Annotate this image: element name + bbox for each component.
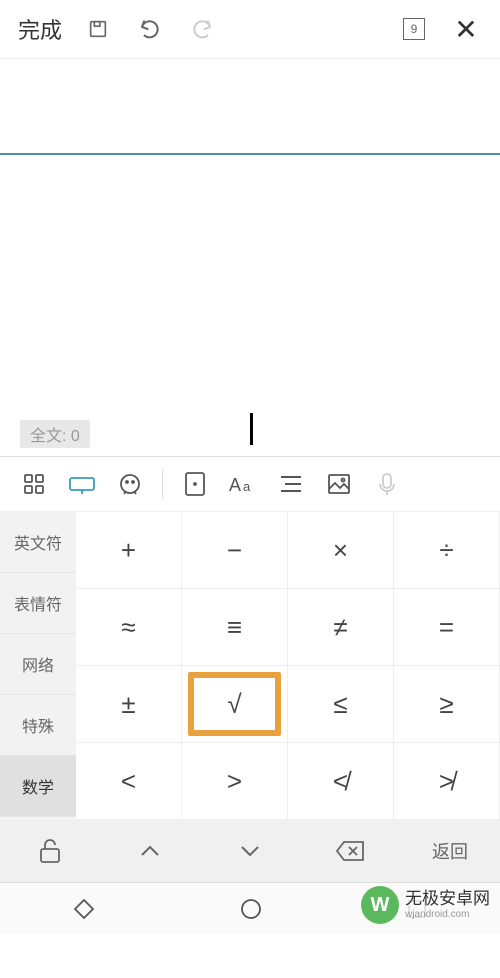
lock-icon[interactable] [0, 820, 100, 882]
symbol-plus-minus[interactable]: ± [76, 666, 182, 743]
symbol-not-equal[interactable]: ≠ [288, 589, 394, 666]
watermark-subtitle: wjandroid.com [405, 909, 490, 920]
tab-emoji-symbols[interactable]: 表情符 [0, 573, 76, 634]
backspace-icon[interactable] [300, 820, 400, 882]
svg-text:A: A [229, 475, 241, 495]
symbol-not-gt[interactable]: ≯ [394, 743, 500, 820]
symbol-sqrt[interactable]: √ [182, 666, 288, 743]
text-cursor [250, 413, 253, 445]
undo-icon[interactable] [128, 7, 172, 51]
mic-icon[interactable] [363, 460, 411, 508]
symbol-divide[interactable]: ÷ [394, 512, 500, 589]
symbol-panel: 英文符 表情符 网络 特殊 数学 + − × ÷ ≈ ≡ ≠ = ± √ ≤ ≥… [0, 512, 500, 820]
top-toolbar: 完成 9 ✕ [0, 0, 500, 58]
symbol-category-tabs: 英文符 表情符 网络 特殊 数学 [0, 512, 76, 820]
nav-home-icon[interactable] [240, 898, 262, 920]
done-button[interactable]: 完成 [12, 13, 68, 45]
redo-icon [180, 7, 224, 51]
close-icon[interactable]: ✕ [444, 7, 488, 51]
nav-back-icon[interactable] [73, 898, 95, 920]
editor-area[interactable]: 全文: 0 [0, 58, 500, 456]
tab-english-symbols[interactable]: 英文符 [0, 512, 76, 573]
watermark-title: 无极安卓网 [405, 890, 490, 909]
save-icon[interactable] [76, 7, 120, 51]
image-icon[interactable] [315, 460, 363, 508]
tab-network-symbols[interactable]: 网络 [0, 634, 76, 695]
font-icon[interactable]: Aa [219, 460, 267, 508]
symbol-minus[interactable]: − [182, 512, 288, 589]
symbol-plus[interactable]: + [76, 512, 182, 589]
symbol-lte[interactable]: ≤ [288, 666, 394, 743]
tab-special-symbols[interactable]: 特殊 [0, 695, 76, 756]
chevron-up-icon[interactable] [100, 820, 200, 882]
apps-icon[interactable] [10, 460, 58, 508]
align-icon[interactable] [267, 460, 315, 508]
symbol-approx[interactable]: ≈ [76, 589, 182, 666]
emoji-icon[interactable] [106, 460, 154, 508]
symbol-gt[interactable]: > [182, 743, 288, 820]
symbol-equal[interactable]: = [394, 589, 500, 666]
editor-divider [0, 153, 500, 155]
symbol-multiply[interactable]: × [288, 512, 394, 589]
word-count-badge: 全文: 0 [20, 420, 90, 448]
symbol-not-lt[interactable]: ≮ [288, 743, 394, 820]
back-button[interactable]: 返回 [400, 820, 500, 882]
chevron-down-icon[interactable] [200, 820, 300, 882]
frame-icon[interactable] [171, 460, 219, 508]
watermark-logo: W [361, 886, 399, 924]
keyboard-icon[interactable] [58, 460, 106, 508]
format-toolbar: Aa [0, 456, 500, 512]
watermark: W 无极安卓网 wjandroid.com [361, 886, 490, 924]
symbol-grid: + − × ÷ ≈ ≡ ≠ = ± √ ≤ ≥ < > ≮ ≯ [76, 512, 500, 820]
keyboard-bottom-bar: 返回 [0, 820, 500, 882]
page-number-box[interactable]: 9 [392, 7, 436, 51]
svg-text:a: a [243, 479, 251, 494]
symbol-gte[interactable]: ≥ [394, 666, 500, 743]
symbol-identical[interactable]: ≡ [182, 589, 288, 666]
symbol-lt[interactable]: < [76, 743, 182, 820]
tab-math-symbols[interactable]: 数学 [0, 756, 76, 817]
